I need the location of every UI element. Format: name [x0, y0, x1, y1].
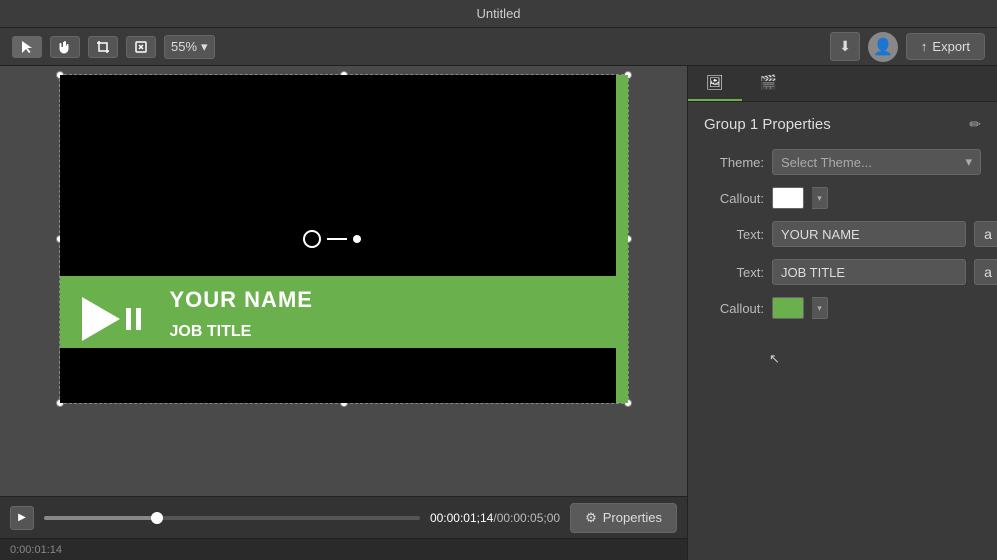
callout-color-swatch-2[interactable] — [772, 297, 804, 319]
motion-line — [327, 238, 347, 240]
play-icon — [82, 297, 120, 341]
total-time: 00:00:05;00 — [497, 511, 560, 525]
text-label-1: Text: — [704, 227, 764, 242]
pause-bar-1 — [126, 308, 131, 330]
theme-placeholder: Select Theme... — [781, 155, 872, 170]
callout-label-1: Callout: — [704, 191, 764, 206]
panel-tabs: 🖼 🎬 — [688, 66, 997, 102]
group-title: Group 1 Properties — [704, 116, 831, 133]
properties-btn-label: Properties — [603, 510, 662, 525]
theme-row: Theme: Select Theme... ▾ — [704, 149, 981, 175]
export-label: Export — [932, 39, 970, 54]
canvas-frame[interactable]: YOUR NAME JOB TITLE — [59, 74, 629, 404]
pause-bar-2 — [136, 308, 141, 330]
current-time: 00:00:01;14 — [430, 511, 493, 525]
text-title-input[interactable] — [772, 259, 966, 285]
callout-color-swatch-1[interactable] — [772, 187, 804, 209]
theme-select[interactable]: Select Theme... ▾ — [772, 149, 981, 175]
panel-content: Group 1 Properties ✏ Theme: Select Theme… — [688, 102, 997, 560]
side-stripe — [616, 75, 628, 403]
select-tool-btn[interactable] — [12, 36, 42, 58]
export-btn[interactable]: ↑ Export — [906, 33, 985, 60]
zoom-level: 55% — [171, 39, 197, 54]
status-time: 0:00:01:14 — [10, 544, 62, 556]
tab-properties[interactable]: 🖼 — [688, 66, 742, 101]
canvas-bg: YOUR NAME JOB TITLE — [60, 75, 628, 403]
main-area: YOUR NAME JOB TITLE ▶ — [0, 66, 997, 560]
text-name-row: Text: a — [704, 221, 981, 247]
pause-bars — [126, 308, 141, 330]
text-label-2: Text: — [704, 265, 764, 280]
motion-circle — [303, 230, 321, 248]
font-btn-2[interactable]: a — [974, 259, 997, 285]
canvas-area: YOUR NAME JOB TITLE ▶ — [0, 66, 687, 560]
font-btn-1[interactable]: a — [974, 221, 997, 247]
green-bar — [60, 276, 628, 348]
properties-btn[interactable]: Properties — [570, 503, 677, 533]
cursor-indicator: ↖ — [769, 351, 780, 367]
toolbar: 55% ▾ ⬇ 👤 ↑ Export — [0, 28, 997, 66]
callout-arrow-2[interactable]: ▾ — [812, 297, 828, 319]
timeline-play-btn[interactable]: ▶ — [10, 506, 34, 530]
export-icon: ↑ — [921, 39, 928, 54]
panel-title-row: Group 1 Properties ✏ — [704, 116, 981, 133]
play-icon-btn: ▶ — [18, 512, 26, 523]
theme-label: Theme: — [704, 155, 764, 170]
tab-media[interactable]: 🎬 — [742, 66, 795, 101]
canvas-name-text: YOUR NAME — [170, 287, 313, 313]
canvas-title-text: JOB TITLE — [170, 323, 252, 341]
time-display: 00:00:01;14/00:00:05;00 — [430, 511, 560, 525]
cursor-area: ↖ — [704, 331, 981, 391]
timeline-slider[interactable] — [44, 516, 420, 520]
callout-row-2: Callout: ▾ — [704, 297, 981, 319]
crop-tool-btn[interactable] — [88, 36, 118, 58]
fit-tool-btn[interactable] — [126, 36, 156, 58]
hand-tool-btn[interactable] — [50, 36, 80, 58]
theme-chevron-icon: ▾ — [965, 154, 972, 170]
gear-icon — [585, 510, 597, 526]
status-bar: 0:00:01:14 — [0, 538, 687, 560]
motion-path — [303, 230, 361, 248]
app-title: Untitled — [476, 6, 520, 21]
motion-dot — [353, 235, 361, 243]
callout-row-1: Callout: ▾ — [704, 187, 981, 209]
user-avatar[interactable]: 👤 — [868, 32, 898, 62]
timeline-thumb[interactable] — [151, 512, 163, 524]
callout-arrow-1[interactable]: ▾ — [812, 187, 828, 209]
zoom-chevron-icon: ▾ — [201, 39, 208, 55]
timeline-progress — [44, 516, 157, 520]
text-title-row: Text: a — [704, 259, 981, 285]
right-panel: 🖼 🎬 Group 1 Properties ✏ Theme: Select T… — [687, 66, 997, 560]
canvas-wrapper[interactable]: YOUR NAME JOB TITLE — [0, 66, 687, 496]
text-name-input[interactable] — [772, 221, 966, 247]
download-btn[interactable]: ⬇ — [830, 32, 860, 61]
edit-icon[interactable]: ✏ — [969, 116, 981, 133]
title-bar: Untitled — [0, 0, 997, 28]
timeline-bar: ▶ 00:00:01;14/00:00:05;00 Properties — [0, 496, 687, 538]
callout-label-2: Callout: — [704, 301, 764, 316]
zoom-select[interactable]: 55% ▾ — [164, 35, 215, 59]
